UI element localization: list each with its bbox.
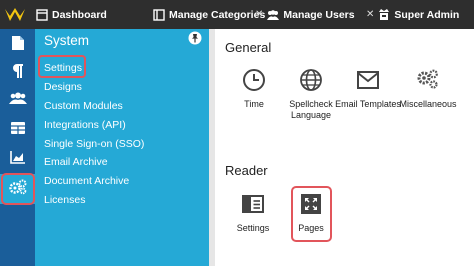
logo-icon[interactable] bbox=[0, 0, 29, 29]
tile-pages[interactable]: Pages bbox=[276, 191, 346, 234]
submenu-title: System bbox=[44, 33, 90, 48]
pages-icon bbox=[300, 193, 322, 220]
menu-item-custom-modules[interactable]: Custom Modules bbox=[44, 100, 123, 112]
admin-icon bbox=[377, 8, 391, 22]
envelope-icon bbox=[356, 70, 380, 95]
system-submenu: System Settings Designs Custom Modules I… bbox=[35, 29, 209, 266]
close-icon[interactable]: ✕ bbox=[366, 9, 374, 20]
tab-manage-categories[interactable]: Manage Categories bbox=[152, 0, 265, 29]
clock-icon bbox=[242, 68, 266, 97]
users-icon bbox=[8, 92, 27, 110]
document-icon bbox=[11, 35, 25, 56]
users-icon bbox=[266, 8, 280, 22]
tab-label: Manage Categories bbox=[169, 8, 266, 21]
cogs-icon bbox=[416, 68, 440, 97]
tab-label: Super Admin bbox=[394, 8, 460, 21]
menu-item-licenses[interactable]: Licenses bbox=[44, 194, 85, 206]
reader-settings-icon bbox=[241, 194, 265, 219]
tile-label: Miscellaneous bbox=[399, 99, 457, 109]
menu-item-settings[interactable]: Settings bbox=[44, 62, 82, 74]
close-icon[interactable]: ✕ bbox=[255, 9, 263, 20]
section-title-general: General bbox=[225, 40, 272, 55]
rail-users[interactable] bbox=[0, 86, 35, 116]
rail-highlight bbox=[1, 173, 35, 205]
icon-rail bbox=[0, 29, 35, 266]
rail-documents[interactable] bbox=[0, 30, 35, 60]
tab-manage-users[interactable]: ✕ Manage Users bbox=[255, 0, 355, 29]
paragraph-icon bbox=[12, 63, 24, 84]
menu-item-sso[interactable]: Single Sign-on (SSO) bbox=[44, 138, 144, 150]
tab-label: Manage Users bbox=[283, 8, 355, 21]
tile-label: Pages bbox=[298, 223, 324, 233]
pin-icon[interactable] bbox=[188, 31, 202, 45]
dashboard-icon bbox=[35, 8, 49, 22]
tile-miscellaneous[interactable]: Miscellaneous bbox=[393, 67, 463, 110]
menu-item-document-archive[interactable]: Document Archive bbox=[44, 175, 129, 187]
rail-table[interactable] bbox=[0, 115, 35, 145]
section-title-reader: Reader bbox=[225, 163, 268, 178]
rail-paragraph[interactable] bbox=[0, 58, 35, 88]
table-icon bbox=[10, 121, 26, 140]
menu-item-integrations[interactable]: Integrations (API) bbox=[44, 119, 126, 131]
tab-dashboard[interactable]: Dashboard bbox=[35, 0, 107, 29]
categories-icon bbox=[152, 8, 166, 22]
globe-icon bbox=[299, 68, 323, 97]
main-panel: General Time Spellcheck Language Email T… bbox=[215, 29, 474, 266]
menu-item-designs[interactable]: Designs bbox=[44, 81, 82, 93]
tab-super-admin[interactable]: ✕ Super Admin bbox=[366, 0, 459, 29]
menu-item-email-archive[interactable]: Email Archive bbox=[44, 156, 108, 168]
tab-label: Dashboard bbox=[52, 8, 107, 21]
rail-reports[interactable] bbox=[0, 144, 35, 174]
chart-icon bbox=[9, 150, 26, 169]
top-bar: Dashboard Manage Categories ✕ Manage Use… bbox=[0, 0, 474, 29]
